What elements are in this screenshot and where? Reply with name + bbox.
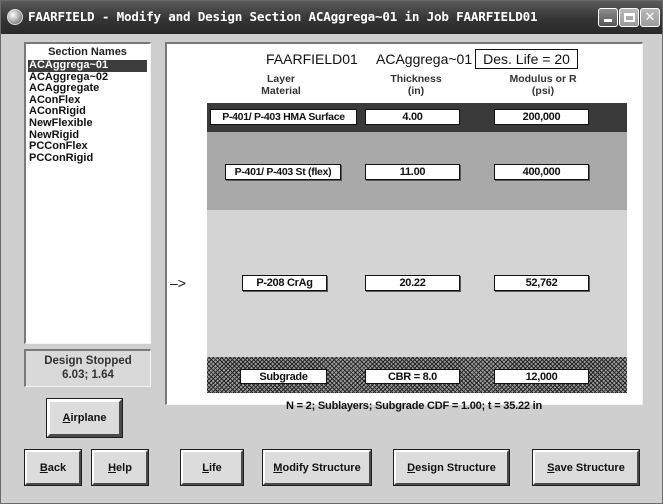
back-button[interactable]: Back [25, 450, 81, 485]
design-structure-button-label: esign Structure [415, 461, 496, 474]
help-button-label-ul: H [108, 461, 117, 474]
life-button[interactable]: Life [181, 450, 243, 485]
section-names-header: Section Names [48, 46, 127, 58]
back-button-label-ul: B [39, 461, 48, 474]
column-header-modulus-line1: Modulus or R [509, 73, 577, 85]
section-name: ACAggrega~01 [376, 51, 473, 67]
layer-3-material[interactable]: P-208 CrAg [242, 275, 327, 291]
design-status-label: Design Stopped [44, 355, 132, 367]
save-structure-button-label: ave Structure [554, 461, 625, 474]
airplane-button-label: irplane [70, 412, 107, 424]
layer-3-thickness[interactable]: 20.22 [365, 275, 460, 291]
save-structure-button-label-ul: S [547, 461, 555, 474]
life-button-label: ife [208, 461, 222, 474]
column-header-layer-line1: Layer [266, 73, 296, 85]
column-header-thickness-line2: (in) [407, 85, 425, 97]
layer-4-modulus[interactable]: 12,000 [494, 369, 589, 384]
section-list: ACAggrega~01 ACAggrega~02 ACAggregate AC… [28, 59, 147, 165]
section-names-list[interactable]: Section Names ACAggrega~01 ACAggrega~02 … [24, 42, 151, 344]
design-structure-button-label-ul: D [407, 461, 416, 474]
job-name: FAARFIELD01 [266, 51, 358, 67]
column-header-thickness-line1: Thickness [390, 73, 442, 85]
modify-structure-button[interactable]: Modify Structure [263, 450, 371, 485]
section-item-acaggrega-01[interactable]: ACAggrega~01 [28, 59, 147, 72]
window-title: FAARFIELD - Modify and Design Section AC… [28, 9, 538, 24]
layer-1-thickness[interactable]: 4.00 [365, 109, 460, 125]
column-header-modulus: Modulus or R (psi) [493, 73, 593, 97]
layer-2-modulus[interactable]: 400,000 [494, 164, 589, 180]
layer-1-material[interactable]: P-401/ P-403 HMA Surface [210, 109, 357, 125]
faarfield-window: FAARFIELD - Modify and Design Section AC… [0, 0, 663, 504]
airplane-button[interactable]: Airplane [47, 399, 122, 437]
column-header-layer-line2: Material [261, 85, 301, 97]
current-layer-arrow: –> [170, 275, 186, 291]
help-button[interactable]: Help [92, 450, 148, 485]
help-button-label: elp [116, 461, 132, 474]
section-item-pcconflex[interactable]: PCConFlex [28, 141, 147, 153]
layer-4-material[interactable]: Subgrade [240, 369, 327, 384]
life-button-label-ul: L [202, 461, 209, 474]
title-bar[interactable]: FAARFIELD - Modify and Design Section AC… [1, 1, 662, 34]
back-button-label: ack [47, 461, 67, 474]
design-status-panel: Design Stopped 6.03; 1.64 [24, 349, 151, 387]
column-header-thickness: Thickness (in) [371, 73, 461, 97]
design-structure-button[interactable]: Design Structure [394, 450, 509, 485]
layer-2-thickness[interactable]: 11.00 [365, 164, 460, 180]
maximize-button[interactable] [619, 8, 639, 27]
layer-2-material[interactable]: P-401/ P-403 St (flex) [225, 164, 341, 180]
section-item-pcconrigid[interactable]: PCConRigid [28, 152, 147, 165]
maximize-icon [624, 13, 635, 22]
column-header-modulus-line2: (psi) [531, 85, 555, 97]
layer-4-thickness[interactable]: CBR = 8.0 [365, 369, 460, 384]
layer-3-modulus[interactable]: 52,762 [494, 275, 589, 291]
minimize-icon [604, 19, 612, 22]
design-status-values: 6.03; 1.64 [62, 369, 114, 381]
close-icon: ✕ [644, 10, 656, 25]
save-structure-button[interactable]: Save Structure [533, 450, 639, 485]
minimize-button[interactable] [598, 8, 618, 27]
column-header-layer: Layer Material [241, 73, 321, 97]
app-icon[interactable] [7, 9, 23, 25]
section-item-newflexible[interactable]: NewFlexible [28, 117, 147, 130]
design-life-box[interactable]: Des. Life = 20 [475, 49, 578, 69]
modify-structure-button-label: odify Structure [282, 461, 361, 474]
close-button[interactable]: ✕ [640, 8, 660, 27]
layer-1-modulus[interactable]: 200,000 [494, 109, 589, 125]
structure-summary: N = 2; Sublayers; Subgrade CDF = 1.00; t… [286, 400, 543, 412]
